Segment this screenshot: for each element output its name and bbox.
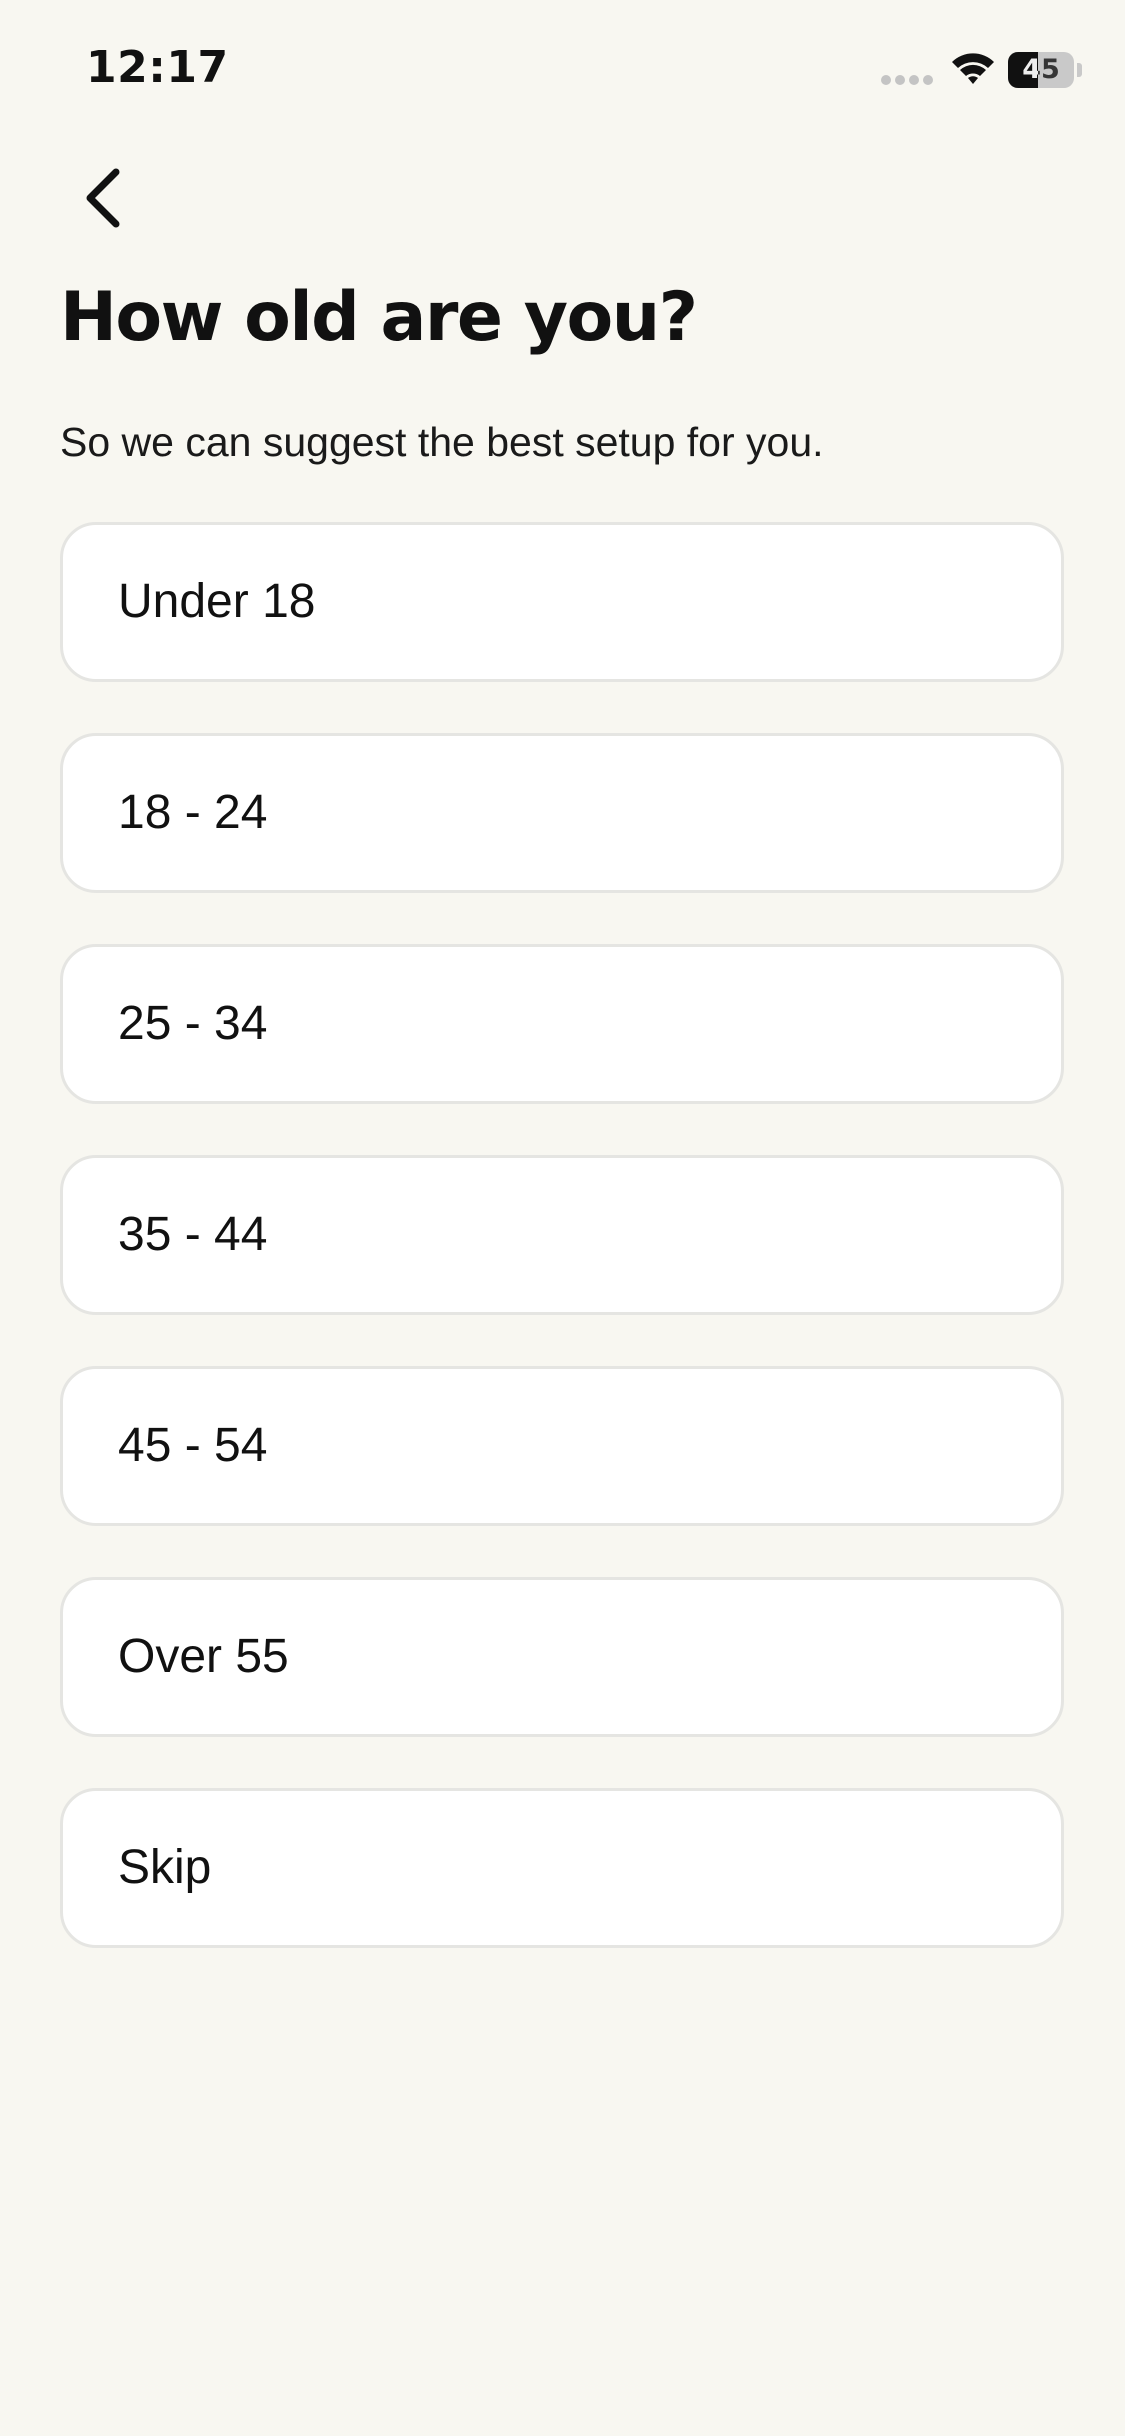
option-25-34[interactable]: 25 - 34	[60, 944, 1064, 1104]
battery-tip	[1077, 63, 1082, 77]
option-label: Skip	[118, 1841, 212, 1894]
option-over-55[interactable]: Over 55	[60, 1577, 1064, 1737]
chevron-left-icon	[86, 168, 120, 228]
battery-level-text: 45	[1022, 54, 1060, 85]
status-time: 12:17	[86, 42, 229, 93]
page-title: How old are you?	[60, 278, 698, 357]
option-label: Under 18	[118, 575, 316, 628]
wifi-icon	[952, 53, 994, 84]
cellular-signal-icon	[881, 75, 933, 85]
option-45-54[interactable]: 45 - 54	[60, 1366, 1064, 1526]
page-subtitle: So we can suggest the best setup for you…	[60, 419, 824, 465]
option-label: 35 - 44	[118, 1208, 268, 1261]
status-bar: 12:17 45	[0, 0, 1125, 140]
option-skip[interactable]: Skip	[60, 1788, 1064, 1948]
option-18-24[interactable]: 18 - 24	[60, 733, 1064, 893]
battery-icon: 45	[1008, 52, 1082, 88]
option-label: 25 - 34	[118, 997, 268, 1050]
age-options-list: Under 18 18 - 24 25 - 34 35 - 44 45 - 54…	[60, 522, 1064, 1999]
option-label: 18 - 24	[118, 786, 268, 839]
option-label: Over 55	[118, 1630, 289, 1683]
option-35-44[interactable]: 35 - 44	[60, 1155, 1064, 1315]
back-button[interactable]	[68, 160, 138, 236]
option-label: 45 - 54	[118, 1419, 268, 1472]
option-under-18[interactable]: Under 18	[60, 522, 1064, 682]
